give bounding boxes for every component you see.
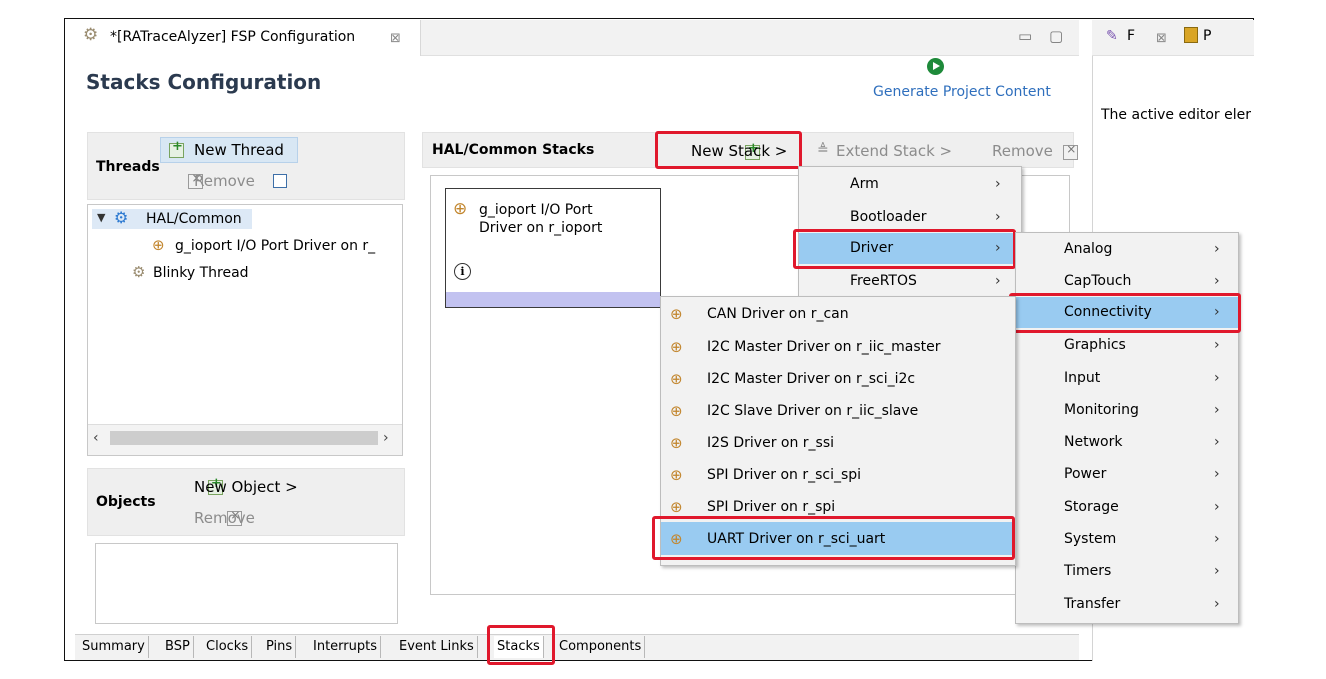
generate-icon[interactable]: [927, 58, 944, 75]
menu-item-bootloader[interactable]: Bootloader: [850, 209, 927, 225]
menu-item-arm[interactable]: Arm: [850, 176, 879, 192]
side-view-text: The active editor eler: [1101, 107, 1252, 123]
submenu-arrow-icon: ›: [1214, 499, 1220, 515]
menu-item-input[interactable]: Input: [1064, 370, 1100, 386]
module-plug-icon: ⊕: [670, 338, 683, 356]
generate-project-content-button[interactable]: Generate Project Content: [873, 84, 1051, 100]
tree-item-g-ioport[interactable]: g_ioport I/O Port Driver on r_: [175, 238, 400, 254]
threads-label: Threads: [96, 159, 160, 175]
submenu-arrow-icon: ›: [995, 176, 1001, 192]
close-tab-icon[interactable]: ⊠: [390, 31, 401, 46]
menu-item-monitoring[interactable]: Monitoring: [1064, 402, 1139, 418]
tab-bsp[interactable]: BSP: [162, 636, 194, 658]
new-icon: [169, 139, 184, 158]
card-title-line2: Driver on r_ioport: [479, 220, 603, 236]
tab-summary[interactable]: Summary: [79, 636, 149, 658]
maximize-icon[interactable]: ▢: [1049, 27, 1063, 45]
new-thread-label[interactable]: New Thread: [194, 141, 284, 159]
submenu-arrow-icon: ›: [995, 273, 1001, 289]
stacks-tab-callout: [487, 625, 555, 665]
side-tab-f[interactable]: F: [1127, 28, 1135, 44]
menu-item-analog[interactable]: Analog: [1064, 241, 1112, 257]
objects-label: Objects: [96, 494, 156, 510]
submenu-arrow-icon: ›: [1214, 337, 1220, 353]
menu-item-transfer[interactable]: Transfer: [1064, 596, 1120, 612]
menu-item-network[interactable]: Network: [1064, 434, 1122, 450]
menu-item-freertos[interactable]: FreeRTOS: [850, 273, 917, 289]
menu-item-i2c-master-sci[interactable]: I2C Master Driver on r_sci_i2c: [707, 371, 915, 387]
menu-item-captouch[interactable]: CapTouch: [1064, 273, 1131, 289]
remove-stack-icon: [1063, 142, 1079, 160]
objects-list: [95, 543, 398, 624]
submenu-arrow-icon: ›: [1214, 596, 1220, 612]
collapse-all-icon[interactable]: [273, 174, 287, 188]
connectivity-callout: [1009, 293, 1241, 333]
plug-icon: ⊕: [152, 236, 165, 254]
module-plug-icon: ⊕: [670, 498, 683, 516]
submenu-arrow-icon: ›: [1214, 531, 1220, 547]
minimize-icon[interactable]: ▭: [1018, 27, 1032, 45]
menu-item-i2s-driver[interactable]: I2S Driver on r_ssi: [707, 435, 834, 451]
submenu-arrow-icon: ›: [995, 209, 1001, 225]
side-tab-p[interactable]: P: [1203, 28, 1211, 44]
menu-item-timers[interactable]: Timers: [1064, 563, 1111, 579]
submenu-arrow-icon: ›: [1214, 434, 1220, 450]
properties-icon: [1184, 27, 1198, 43]
module-plug-icon: ⊕: [670, 466, 683, 484]
editor-tab-title[interactable]: *[RATraceAlyzer] FSP Configuration: [110, 29, 355, 45]
submenu-arrow-icon: ›: [1214, 370, 1220, 386]
info-icon[interactable]: i: [454, 263, 471, 280]
module-plug-icon: ⊕: [670, 305, 683, 323]
menu-item-can-driver[interactable]: CAN Driver on r_can: [707, 306, 849, 322]
remove-thread-button[interactable]: Remove: [194, 172, 255, 190]
module-plug-icon: ⊕: [670, 402, 683, 420]
tab-clocks[interactable]: Clocks: [203, 636, 253, 658]
menu-item-spi-sci[interactable]: SPI Driver on r_sci_spi: [707, 467, 861, 483]
extend-icon: ≜: [817, 142, 829, 158]
remove-object-button[interactable]: Remove: [194, 509, 255, 527]
scroll-left-icon[interactable]: ‹: [93, 430, 99, 446]
scroll-right-icon[interactable]: ›: [383, 430, 389, 446]
module-plug-icon: ⊕: [670, 434, 683, 452]
menu-item-graphics[interactable]: Graphics: [1064, 337, 1126, 353]
card-title-line1: g_ioport I/O Port: [479, 202, 593, 218]
feature-icon: ✎: [1106, 28, 1118, 44]
menu-item-i2c-master-iic[interactable]: I2C Master Driver on r_iic_master: [707, 339, 941, 355]
tab-pins[interactable]: Pins: [263, 636, 297, 658]
menu-item-i2c-slave[interactable]: I2C Slave Driver on r_iic_slave: [707, 403, 918, 419]
tree-item-hal-common[interactable]: HAL/Common: [146, 211, 242, 227]
thread-gear-icon: ⚙: [132, 263, 146, 281]
stack-card-bar: [446, 292, 660, 307]
chevron-down-icon[interactable]: ▼: [97, 211, 105, 224]
driver-submenu: [1015, 232, 1239, 624]
module-plug-icon: ⊕: [453, 199, 468, 219]
submenu-arrow-icon: ›: [1214, 241, 1220, 257]
submenu-arrow-icon: ›: [1214, 563, 1220, 579]
menu-item-storage[interactable]: Storage: [1064, 499, 1119, 515]
tab-event-links[interactable]: Event Links: [396, 636, 478, 658]
new-object-button[interactable]: New Object >: [194, 478, 298, 496]
remove-stack-button[interactable]: Remove: [992, 142, 1053, 160]
new-stack-callout: [655, 131, 802, 169]
tree-item-blinky-thread[interactable]: Blinky Thread: [153, 265, 249, 281]
page-title: Stacks Configuration: [86, 70, 322, 94]
menu-item-system[interactable]: System: [1064, 531, 1116, 547]
submenu-arrow-icon: ›: [1214, 466, 1220, 482]
hal-folder-icon: ⚙: [114, 208, 129, 227]
menu-item-power[interactable]: Power: [1064, 466, 1106, 482]
extend-stack-button[interactable]: Extend Stack >: [836, 142, 952, 160]
scrollbar-thumb[interactable]: [110, 431, 378, 445]
menu-item-spi-r-spi[interactable]: SPI Driver on r_spi: [707, 499, 835, 515]
stacks-label: HAL/Common Stacks: [432, 142, 595, 158]
side-tab-close-icon[interactable]: ⊠: [1156, 31, 1167, 46]
tab-components[interactable]: Components: [556, 636, 646, 658]
driver-callout: [793, 229, 1016, 269]
submenu-arrow-icon: ›: [1214, 273, 1220, 289]
tab-interrupts[interactable]: Interrupts: [310, 636, 381, 658]
module-plug-icon: ⊕: [670, 370, 683, 388]
uart-callout: [652, 516, 1015, 560]
gear-icon: ⚙: [83, 25, 99, 45]
submenu-arrow-icon: ›: [1214, 402, 1220, 418]
